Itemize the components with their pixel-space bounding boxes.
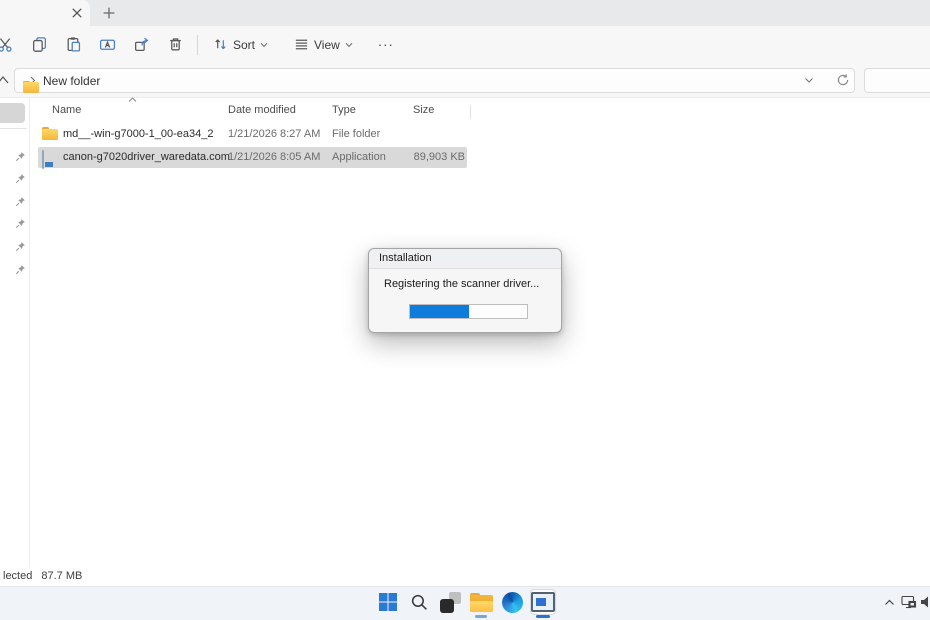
taskbar-file-explorer-button[interactable] bbox=[468, 589, 494, 615]
edge-icon bbox=[502, 592, 523, 613]
dark-app-icon bbox=[440, 592, 461, 613]
installer-window-icon bbox=[531, 592, 555, 612]
view-button[interactable]: View bbox=[284, 30, 363, 60]
tab-close-icon[interactable] bbox=[71, 7, 83, 19]
status-selected-text: lected bbox=[3, 570, 32, 585]
cut-icon[interactable] bbox=[0, 30, 22, 60]
sort-label: Sort bbox=[233, 38, 255, 52]
application-file-icon bbox=[42, 151, 44, 169]
dialog-title: Installation bbox=[369, 249, 561, 269]
file-row-name[interactable]: md__-win-g7000-1_00-ea34_2 bbox=[63, 128, 213, 140]
progress-bar bbox=[409, 304, 528, 319]
taskbar-edge-button[interactable] bbox=[499, 589, 525, 615]
file-row-type: Application bbox=[332, 151, 386, 163]
screen: Sort View ··· New folder bbox=[0, 0, 930, 620]
sidebar-pinned-item[interactable] bbox=[12, 194, 28, 208]
column-header-date-modified[interactable]: Date modified bbox=[228, 104, 296, 116]
status-size-text: 87.7 MB bbox=[41, 570, 82, 585]
sidebar-selected-item[interactable] bbox=[0, 103, 25, 123]
file-explorer-icon bbox=[470, 593, 493, 612]
tray-display-button[interactable] bbox=[901, 594, 917, 610]
active-running-indicator bbox=[536, 615, 550, 618]
column-header-name[interactable]: Name bbox=[52, 104, 81, 116]
chevron-up-icon bbox=[884, 599, 895, 606]
tab-strip bbox=[0, 0, 930, 26]
rename-icon[interactable] bbox=[90, 30, 124, 60]
column-divider[interactable] bbox=[470, 105, 471, 119]
delete-icon[interactable] bbox=[158, 30, 192, 60]
sidebar-pinned-item[interactable] bbox=[12, 239, 28, 253]
sort-ascending-caret-icon bbox=[128, 97, 137, 103]
share-icon[interactable] bbox=[124, 30, 158, 60]
pane-divider bbox=[29, 97, 30, 567]
column-header-type[interactable]: Type bbox=[332, 104, 356, 116]
installation-dialog: Installation Registering the scanner dri… bbox=[368, 248, 562, 333]
running-indicator bbox=[475, 615, 487, 618]
taskbar-dark-app-button[interactable] bbox=[437, 589, 463, 615]
progress-fill bbox=[410, 305, 469, 318]
new-tab-icon[interactable] bbox=[103, 7, 115, 19]
show-hidden-icons-button[interactable] bbox=[884, 599, 895, 606]
display-icon bbox=[901, 594, 917, 610]
command-bar: Sort View ··· bbox=[0, 26, 930, 63]
file-row-type: File folder bbox=[332, 128, 380, 140]
status-bar: lected 87.7 MB bbox=[3, 570, 82, 585]
up-navigation-icon[interactable] bbox=[0, 75, 10, 85]
view-icon bbox=[294, 37, 309, 52]
speaker-icon bbox=[920, 595, 930, 609]
windows-logo-icon bbox=[378, 592, 398, 612]
chevron-down-icon bbox=[260, 42, 268, 48]
sort-button[interactable]: Sort bbox=[203, 30, 278, 60]
toolbar-separator bbox=[197, 35, 198, 55]
column-header-size[interactable]: Size bbox=[413, 104, 434, 116]
more-options-button[interactable]: ··· bbox=[371, 30, 401, 60]
tray-speaker-button[interactable] bbox=[920, 595, 930, 609]
address-dropdown-icon[interactable] bbox=[804, 77, 814, 84]
paste-icon[interactable] bbox=[56, 30, 90, 60]
taskbar-center-icons bbox=[375, 589, 556, 615]
search-icon bbox=[410, 593, 429, 612]
taskbar-installer-button[interactable] bbox=[530, 589, 556, 615]
view-label: View bbox=[314, 38, 340, 52]
sidebar-pinned-item[interactable] bbox=[12, 171, 28, 185]
sidebar-pinned-item[interactable] bbox=[12, 262, 28, 276]
file-row-date: 1/21/2026 8:05 AM bbox=[228, 151, 320, 163]
copy-icon[interactable] bbox=[22, 30, 56, 60]
refresh-icon[interactable] bbox=[836, 73, 850, 87]
taskbar-search-button[interactable] bbox=[406, 589, 432, 615]
sort-icon bbox=[213, 37, 228, 52]
sidebar-divider bbox=[0, 128, 27, 129]
file-row-size: 89,903 KB bbox=[385, 151, 465, 163]
more-options-icon: ··· bbox=[378, 37, 394, 52]
dialog-message: Registering the scanner driver... bbox=[384, 278, 539, 290]
sidebar-pinned-item[interactable] bbox=[12, 216, 28, 230]
breadcrumb-location[interactable]: New folder bbox=[43, 74, 100, 88]
address-bar[interactable]: New folder bbox=[14, 68, 855, 93]
sidebar-pinned-item[interactable] bbox=[12, 149, 28, 163]
start-button[interactable] bbox=[375, 589, 401, 615]
file-row-date: 1/21/2026 8:27 AM bbox=[228, 128, 320, 140]
chevron-down-icon bbox=[345, 42, 353, 48]
search-input[interactable] bbox=[864, 68, 930, 93]
file-row-name[interactable]: canon-g7020driver_waredata.com bbox=[63, 151, 230, 163]
